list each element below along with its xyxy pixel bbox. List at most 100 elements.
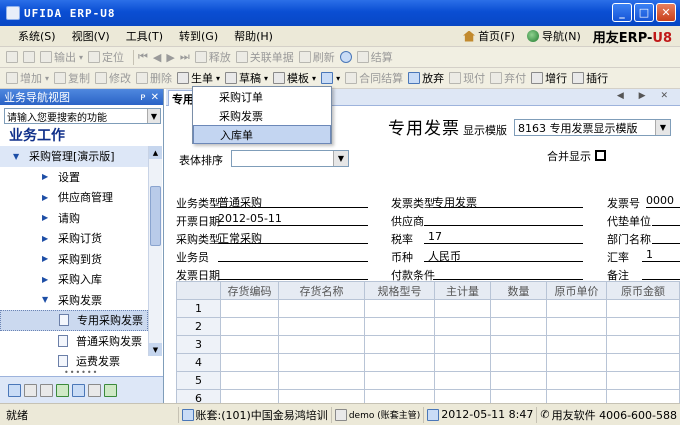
inv-date-field[interactable]	[218, 266, 368, 280]
currency-field[interactable]: 人民币	[424, 248, 583, 263]
menu-item-purchase-order[interactable]: 采购订单	[193, 87, 331, 106]
col-unit[interactable]: 主计量	[434, 281, 491, 300]
menu-item-purchase-invoice[interactable]: 采购发票	[193, 106, 331, 125]
pay-terms-field[interactable]	[433, 266, 583, 280]
col-amount[interactable]: 原币金额	[606, 281, 680, 300]
grid-cell[interactable]	[490, 353, 547, 372]
scroll-down-icon[interactable]: ▼	[149, 343, 162, 356]
grid-cell[interactable]	[278, 317, 365, 336]
home-link[interactable]: 首页(F)	[463, 28, 515, 44]
grid-cell[interactable]	[364, 299, 435, 318]
grid-cell[interactable]	[364, 335, 435, 354]
collapsed-arrow-icon[interactable]: ▶	[42, 193, 50, 202]
generate-button[interactable]: 生单 ▾	[177, 70, 220, 86]
grid-cell[interactable]	[606, 389, 680, 403]
grid-cell[interactable]	[364, 371, 435, 390]
grid-cell[interactable]	[278, 371, 365, 390]
nav-tree-item[interactable]: 普通采购发票	[0, 331, 148, 352]
dept-field[interactable]	[652, 230, 680, 244]
maximize-button[interactable]: □	[634, 3, 654, 22]
scroll-thumb[interactable]	[150, 186, 161, 246]
grid-row[interactable]: 3	[176, 335, 680, 354]
grid-row[interactable]: 4	[176, 353, 680, 372]
org-icon[interactable]	[24, 383, 37, 397]
collapsed-arrow-icon[interactable]: ▶	[42, 213, 50, 222]
collapsed-arrow-icon[interactable]: ▶	[42, 275, 50, 284]
workspace-icon[interactable]	[8, 383, 21, 397]
grid-cell[interactable]	[434, 335, 491, 354]
agent-field[interactable]	[652, 212, 680, 226]
remark-field[interactable]	[642, 266, 680, 280]
nav-tree-item[interactable]: ▼ 采购管理[演示版]	[0, 146, 148, 167]
menu-view[interactable]: 视图(V)	[64, 28, 118, 44]
locate-button[interactable]: 定位	[88, 49, 124, 65]
merge-checkbox[interactable]	[595, 150, 606, 161]
collapsed-arrow-icon[interactable]: ▶	[42, 254, 50, 263]
grid-cell[interactable]	[278, 335, 365, 354]
chevron-down-icon[interactable]: ▼	[147, 109, 160, 123]
flow-icon[interactable]	[40, 383, 53, 397]
grid-cell[interactable]	[434, 371, 491, 390]
grid-cell[interactable]	[220, 353, 279, 372]
open-date-field[interactable]: 2012-05-11	[218, 212, 368, 226]
col-unit-price[interactable]: 原币单价	[546, 281, 607, 300]
nav-tree-item[interactable]: ▼ 采购发票	[0, 290, 148, 311]
grid-cell[interactable]	[434, 353, 491, 372]
help-button[interactable]	[339, 51, 352, 63]
function-search-input[interactable]: 请输入您要搜索的功能 ▼	[4, 108, 161, 124]
edit-button[interactable]: 修改	[95, 70, 131, 86]
grid-cell[interactable]	[220, 389, 279, 403]
grid-cell[interactable]	[606, 317, 680, 336]
expanded-arrow-icon[interactable]: ▼	[42, 295, 50, 304]
nav-tree-item[interactable]: ▶ 采购订货	[0, 228, 148, 249]
release-button[interactable]: 释放	[194, 49, 231, 65]
nav-tree-item[interactable]: 专用采购发票	[0, 310, 148, 331]
nav-tree-item[interactable]: ▶ 设置	[0, 167, 148, 188]
grid-cell[interactable]	[606, 371, 680, 390]
grid-cell[interactable]	[546, 335, 607, 354]
grid-cell[interactable]	[546, 353, 607, 372]
grid-cell[interactable]	[490, 335, 547, 354]
buyer-field[interactable]	[218, 248, 368, 262]
report-icon[interactable]	[56, 383, 69, 397]
grid-cell[interactable]	[546, 317, 607, 336]
save-button[interactable]: ▾	[321, 72, 340, 84]
draft-button[interactable]: 草稿 ▾	[225, 70, 268, 86]
grid-cell[interactable]	[606, 353, 680, 372]
grid-cell[interactable]	[490, 389, 547, 403]
copy-button[interactable]: 复制	[54, 70, 90, 86]
inv-no-field[interactable]: 0000	[646, 194, 680, 208]
minimize-button[interactable]: _	[612, 3, 632, 22]
nav-tree-item[interactable]: ▶ 采购入库	[0, 269, 148, 290]
cancel-pay-button[interactable]: 弃付	[490, 70, 526, 86]
print-button[interactable]	[6, 51, 18, 63]
nav-tree-item[interactable]: ▶ 采购到货	[0, 249, 148, 270]
scroll-up-icon[interactable]: ▲	[149, 146, 162, 159]
grid-cell[interactable]	[220, 335, 279, 354]
pin-icon[interactable]: ᴘ	[140, 92, 145, 103]
grid-cell[interactable]	[364, 353, 435, 372]
insert-row-button[interactable]: 插行	[572, 70, 608, 86]
collapsed-arrow-icon[interactable]: ▶	[42, 234, 50, 243]
nav-link[interactable]: 导航(N)	[526, 28, 581, 44]
add-row-button[interactable]: 增行	[531, 70, 567, 86]
grid-cell[interactable]	[278, 299, 365, 318]
grid-cell[interactable]	[606, 299, 680, 318]
grid-cell[interactable]	[220, 299, 279, 318]
fx-field[interactable]: 1	[642, 248, 680, 262]
menu-item-receipt[interactable]: 入库单	[193, 125, 331, 144]
biz-type-field[interactable]: 普通采购	[218, 194, 368, 209]
inv-type-field[interactable]: 专用发票	[433, 194, 583, 209]
refresh-button[interactable]: 刷新	[298, 49, 335, 65]
grid-cell[interactable]	[220, 317, 279, 336]
tab-navigation[interactable]: ◀ ▶ ✕	[617, 91, 674, 101]
grid-cell[interactable]	[606, 335, 680, 354]
sort-select[interactable]: ▼	[231, 150, 349, 167]
grid-cell[interactable]	[546, 299, 607, 318]
grid-cell[interactable]	[434, 389, 491, 403]
grid-cell[interactable]	[278, 353, 365, 372]
expanded-arrow-icon[interactable]: ▼	[13, 152, 21, 161]
grid-row[interactable]: 5	[176, 371, 680, 390]
delete-button[interactable]: 删除	[136, 70, 172, 86]
tax-rate-field[interactable]: 17	[424, 230, 583, 244]
